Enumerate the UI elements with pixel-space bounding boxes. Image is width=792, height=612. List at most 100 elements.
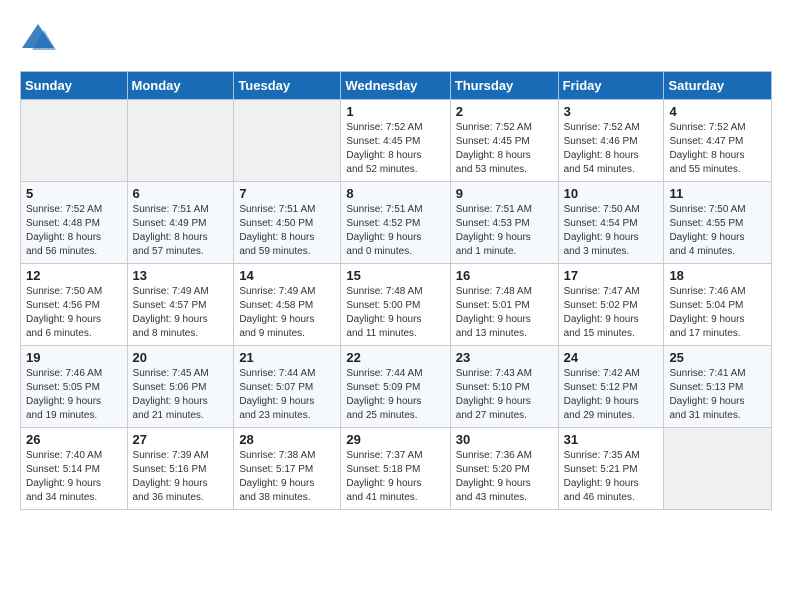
- day-info: Sunrise: 7:46 AM Sunset: 5:04 PM Dayligh…: [669, 285, 766, 341]
- day-number: 14: [239, 268, 335, 283]
- calendar-cell: 10 Sunrise: 7:50 AM Sunset: 4:54 PM Dayli…: [558, 182, 664, 264]
- day-info: Sunrise: 7:51 AM Sunset: 4:53 PM Dayligh…: [456, 203, 553, 259]
- calendar-cell: 14 Sunrise: 7:49 AM Sunset: 4:58 PM Dayli…: [234, 264, 341, 346]
- calendar-cell: 16 Sunrise: 7:48 AM Sunset: 5:01 PM Dayli…: [450, 264, 558, 346]
- header-sunday: Sunday: [21, 72, 128, 100]
- day-number: 12: [26, 268, 122, 283]
- calendar-cell: 4 Sunrise: 7:52 AM Sunset: 4:47 PM Daylig…: [664, 100, 772, 182]
- day-number: 25: [669, 350, 766, 365]
- day-number: 2: [456, 104, 553, 119]
- day-info: Sunrise: 7:39 AM Sunset: 5:16 PM Dayligh…: [133, 449, 229, 505]
- day-info: Sunrise: 7:52 AM Sunset: 4:47 PM Dayligh…: [669, 121, 766, 177]
- calendar-cell: 20 Sunrise: 7:45 AM Sunset: 5:06 PM Dayli…: [127, 346, 234, 428]
- day-info: Sunrise: 7:40 AM Sunset: 5:14 PM Dayligh…: [26, 449, 122, 505]
- calendar-cell: 2Sunrise: 7:52 AM Sunset: 4:45 PM Daylig…: [450, 100, 558, 182]
- calendar-cell: [127, 100, 234, 182]
- day-info: Sunrise: 7:44 AM Sunset: 5:09 PM Dayligh…: [346, 367, 444, 423]
- calendar-cell: 11Sunrise: 7:50 AM Sunset: 4:55 PM Dayli…: [664, 182, 772, 264]
- day-info: Sunrise: 7:50 AM Sunset: 4:56 PM Dayligh…: [26, 285, 122, 341]
- logo: [20, 20, 60, 56]
- calendar-cell: 24 Sunrise: 7:42 AM Sunset: 5:12 PM Dayli…: [558, 346, 664, 428]
- calendar-cell: 13Sunrise: 7:49 AM Sunset: 4:57 PM Dayli…: [127, 264, 234, 346]
- day-number: 27: [133, 432, 229, 447]
- day-number: 7: [239, 186, 335, 201]
- page-header: [20, 20, 772, 56]
- day-number: 21: [239, 350, 335, 365]
- day-number: 18: [669, 268, 766, 283]
- day-info: Sunrise: 7:50 AM Sunset: 4:54 PM Dayligh…: [564, 203, 659, 259]
- day-number: 8: [346, 186, 444, 201]
- day-number: 24: [564, 350, 659, 365]
- day-number: 31: [564, 432, 659, 447]
- calendar-cell: 31 Sunrise: 7:35 AM Sunset: 5:21 PM Dayli…: [558, 428, 664, 510]
- logo-icon: [20, 20, 56, 56]
- day-info: Sunrise: 7:46 AM Sunset: 5:05 PM Dayligh…: [26, 367, 122, 423]
- header-thursday: Thursday: [450, 72, 558, 100]
- header-monday: Monday: [127, 72, 234, 100]
- calendar-cell: [234, 100, 341, 182]
- calendar-cell: 22Sunrise: 7:44 AM Sunset: 5:09 PM Dayli…: [341, 346, 450, 428]
- calendar-cell: 19 Sunrise: 7:46 AM Sunset: 5:05 PM Dayli…: [21, 346, 128, 428]
- day-number: 6: [133, 186, 229, 201]
- day-number: 26: [26, 432, 122, 447]
- day-info: Sunrise: 7:52 AM Sunset: 4:46 PM Dayligh…: [564, 121, 659, 177]
- day-number: 20: [133, 350, 229, 365]
- header-friday: Friday: [558, 72, 664, 100]
- day-info: Sunrise: 7:51 AM Sunset: 4:52 PM Dayligh…: [346, 203, 444, 259]
- calendar-cell: 21 Sunrise: 7:44 AM Sunset: 5:07 PM Dayli…: [234, 346, 341, 428]
- day-info: Sunrise: 7:36 AM Sunset: 5:20 PM Dayligh…: [456, 449, 553, 505]
- day-info: Sunrise: 7:41 AM Sunset: 5:13 PM Dayligh…: [669, 367, 766, 423]
- calendar-week-3: 19 Sunrise: 7:46 AM Sunset: 5:05 PM Dayli…: [21, 346, 772, 428]
- header-saturday: Saturday: [664, 72, 772, 100]
- day-number: 9: [456, 186, 553, 201]
- day-info: Sunrise: 7:45 AM Sunset: 5:06 PM Dayligh…: [133, 367, 229, 423]
- day-info: Sunrise: 7:51 AM Sunset: 4:49 PM Dayligh…: [133, 203, 229, 259]
- day-number: 5: [26, 186, 122, 201]
- day-info: Sunrise: 7:49 AM Sunset: 4:58 PM Dayligh…: [239, 285, 335, 341]
- calendar-cell: 17 Sunrise: 7:47 AM Sunset: 5:02 PM Dayli…: [558, 264, 664, 346]
- day-info: Sunrise: 7:35 AM Sunset: 5:21 PM Dayligh…: [564, 449, 659, 505]
- header-wednesday: Wednesday: [341, 72, 450, 100]
- calendar-week-2: 12 Sunrise: 7:50 AM Sunset: 4:56 PM Dayli…: [21, 264, 772, 346]
- day-number: 23: [456, 350, 553, 365]
- day-number: 11: [669, 186, 766, 201]
- day-number: 30: [456, 432, 553, 447]
- day-info: Sunrise: 7:52 AM Sunset: 4:48 PM Dayligh…: [26, 203, 122, 259]
- day-info: Sunrise: 7:37 AM Sunset: 5:18 PM Dayligh…: [346, 449, 444, 505]
- calendar-cell: 6 Sunrise: 7:51 AM Sunset: 4:49 PM Daylig…: [127, 182, 234, 264]
- day-info: Sunrise: 7:48 AM Sunset: 5:01 PM Dayligh…: [456, 285, 553, 341]
- header-tuesday: Tuesday: [234, 72, 341, 100]
- day-number: 17: [564, 268, 659, 283]
- calendar-header-row: SundayMondayTuesdayWednesdayThursdayFrid…: [21, 72, 772, 100]
- calendar-cell: 23 Sunrise: 7:43 AM Sunset: 5:10 PM Dayli…: [450, 346, 558, 428]
- day-number: 1: [346, 104, 444, 119]
- calendar-cell: 8 Sunrise: 7:51 AM Sunset: 4:52 PM Daylig…: [341, 182, 450, 264]
- day-info: Sunrise: 7:38 AM Sunset: 5:17 PM Dayligh…: [239, 449, 335, 505]
- day-number: 10: [564, 186, 659, 201]
- calendar-cell: 5 Sunrise: 7:52 AM Sunset: 4:48 PM Daylig…: [21, 182, 128, 264]
- calendar-cell: 15 Sunrise: 7:48 AM Sunset: 5:00 PM Dayli…: [341, 264, 450, 346]
- calendar-cell: 12 Sunrise: 7:50 AM Sunset: 4:56 PM Dayli…: [21, 264, 128, 346]
- calendar-week-1: 5 Sunrise: 7:52 AM Sunset: 4:48 PM Daylig…: [21, 182, 772, 264]
- calendar-cell: 3Sunrise: 7:52 AM Sunset: 4:46 PM Daylig…: [558, 100, 664, 182]
- day-number: 19: [26, 350, 122, 365]
- day-info: Sunrise: 7:44 AM Sunset: 5:07 PM Dayligh…: [239, 367, 335, 423]
- day-info: Sunrise: 7:47 AM Sunset: 5:02 PM Dayligh…: [564, 285, 659, 341]
- day-info: Sunrise: 7:43 AM Sunset: 5:10 PM Dayligh…: [456, 367, 553, 423]
- day-number: 15: [346, 268, 444, 283]
- calendar-cell: 27 Sunrise: 7:39 AM Sunset: 5:16 PM Dayli…: [127, 428, 234, 510]
- day-number: 16: [456, 268, 553, 283]
- calendar-week-0: 1Sunrise: 7:52 AM Sunset: 4:45 PM Daylig…: [21, 100, 772, 182]
- day-info: Sunrise: 7:42 AM Sunset: 5:12 PM Dayligh…: [564, 367, 659, 423]
- calendar-cell: 29Sunrise: 7:37 AM Sunset: 5:18 PM Dayli…: [341, 428, 450, 510]
- day-info: Sunrise: 7:48 AM Sunset: 5:00 PM Dayligh…: [346, 285, 444, 341]
- calendar-cell: 7 Sunrise: 7:51 AM Sunset: 4:50 PM Daylig…: [234, 182, 341, 264]
- day-info: Sunrise: 7:51 AM Sunset: 4:50 PM Dayligh…: [239, 203, 335, 259]
- day-number: 28: [239, 432, 335, 447]
- calendar-week-4: 26 Sunrise: 7:40 AM Sunset: 5:14 PM Dayli…: [21, 428, 772, 510]
- calendar-cell: 1Sunrise: 7:52 AM Sunset: 4:45 PM Daylig…: [341, 100, 450, 182]
- calendar-cell: 30 Sunrise: 7:36 AM Sunset: 5:20 PM Dayli…: [450, 428, 558, 510]
- day-number: 4: [669, 104, 766, 119]
- calendar-cell: [21, 100, 128, 182]
- calendar-cell: 18 Sunrise: 7:46 AM Sunset: 5:04 PM Dayli…: [664, 264, 772, 346]
